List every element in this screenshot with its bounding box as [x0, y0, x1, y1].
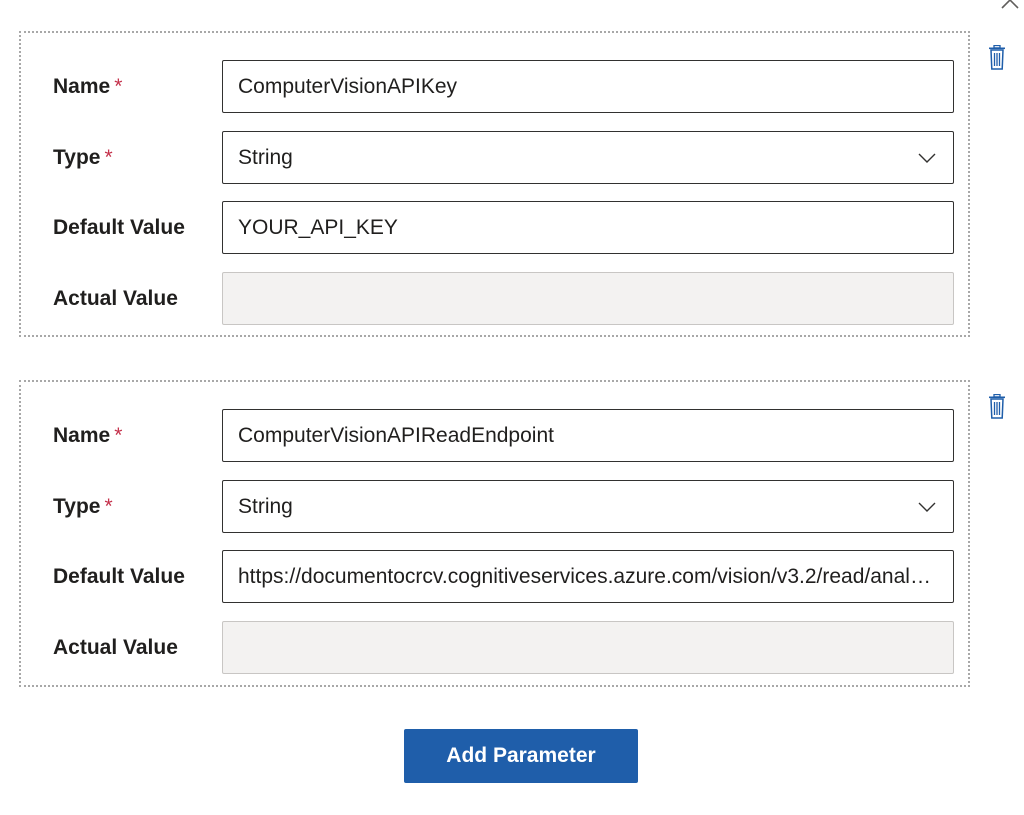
actual-value-label: Actual Value — [53, 286, 178, 310]
name-row: Name * ComputerVisionAPIReadEndpoint — [21, 409, 968, 462]
trash-icon — [989, 45, 1005, 70]
default-value-label: Default Value — [53, 564, 185, 588]
type-dropdown[interactable]: String — [222, 480, 954, 533]
parameter-card: Name * ComputerVisionAPIReadEndpoint Type… — [19, 380, 970, 687]
type-label: Type * — [53, 145, 113, 169]
type-value: String — [238, 494, 293, 518]
actual-value-row: Actual Value — [21, 272, 968, 325]
actual-value-label: Actual Value — [53, 635, 178, 659]
name-label: Name * — [53, 423, 123, 447]
type-row: Type * String — [21, 131, 968, 184]
name-input[interactable]: ComputerVisionAPIKey — [222, 60, 954, 113]
actual-value-input — [222, 621, 954, 674]
default-value-label: Default Value — [53, 215, 185, 239]
type-dropdown[interactable]: String — [222, 131, 954, 184]
actual-value-input — [222, 272, 954, 325]
type-value: String — [238, 145, 293, 169]
actual-value-row: Actual Value — [21, 621, 968, 674]
name-input[interactable]: ComputerVisionAPIReadEndpoint — [222, 409, 954, 462]
add-parameter-button[interactable]: Add Parameter — [404, 729, 638, 783]
required-marker: * — [114, 74, 123, 98]
default-value-row: Default Value YOUR_API_KEY — [21, 201, 968, 254]
delete-parameter-button[interactable] — [985, 44, 1009, 72]
name-label: Name * — [53, 74, 123, 98]
name-value: ComputerVisionAPIKey — [238, 74, 458, 98]
default-value-row: Default Value https://documentocrcv.cogn… — [21, 550, 968, 603]
required-marker: * — [114, 423, 123, 447]
default-value-text: YOUR_API_KEY — [238, 215, 398, 239]
chevron-down-icon — [918, 153, 936, 163]
close-icon — [1001, 0, 1019, 9]
type-row: Type * String — [21, 480, 968, 533]
trash-icon — [989, 394, 1005, 419]
delete-parameter-button[interactable] — [985, 393, 1009, 421]
chevron-down-icon — [918, 502, 936, 512]
parameter-card: Name * ComputerVisionAPIKey Type * String … — [19, 31, 970, 337]
name-row: Name * ComputerVisionAPIKey — [21, 60, 968, 113]
parameters-dialog: Name * ComputerVisionAPIKey Type * String … — [0, 0, 1024, 815]
name-value: ComputerVisionAPIReadEndpoint — [238, 423, 554, 447]
required-marker: * — [104, 145, 113, 169]
close-button[interactable] — [996, 0, 1024, 14]
required-marker: * — [104, 494, 113, 518]
default-value-text: https://documentocrcv.cognitiveservices.… — [238, 564, 938, 588]
default-value-input[interactable]: YOUR_API_KEY — [222, 201, 954, 254]
default-value-input[interactable]: https://documentocrcv.cognitiveservices.… — [222, 550, 954, 603]
type-label: Type * — [53, 494, 113, 518]
